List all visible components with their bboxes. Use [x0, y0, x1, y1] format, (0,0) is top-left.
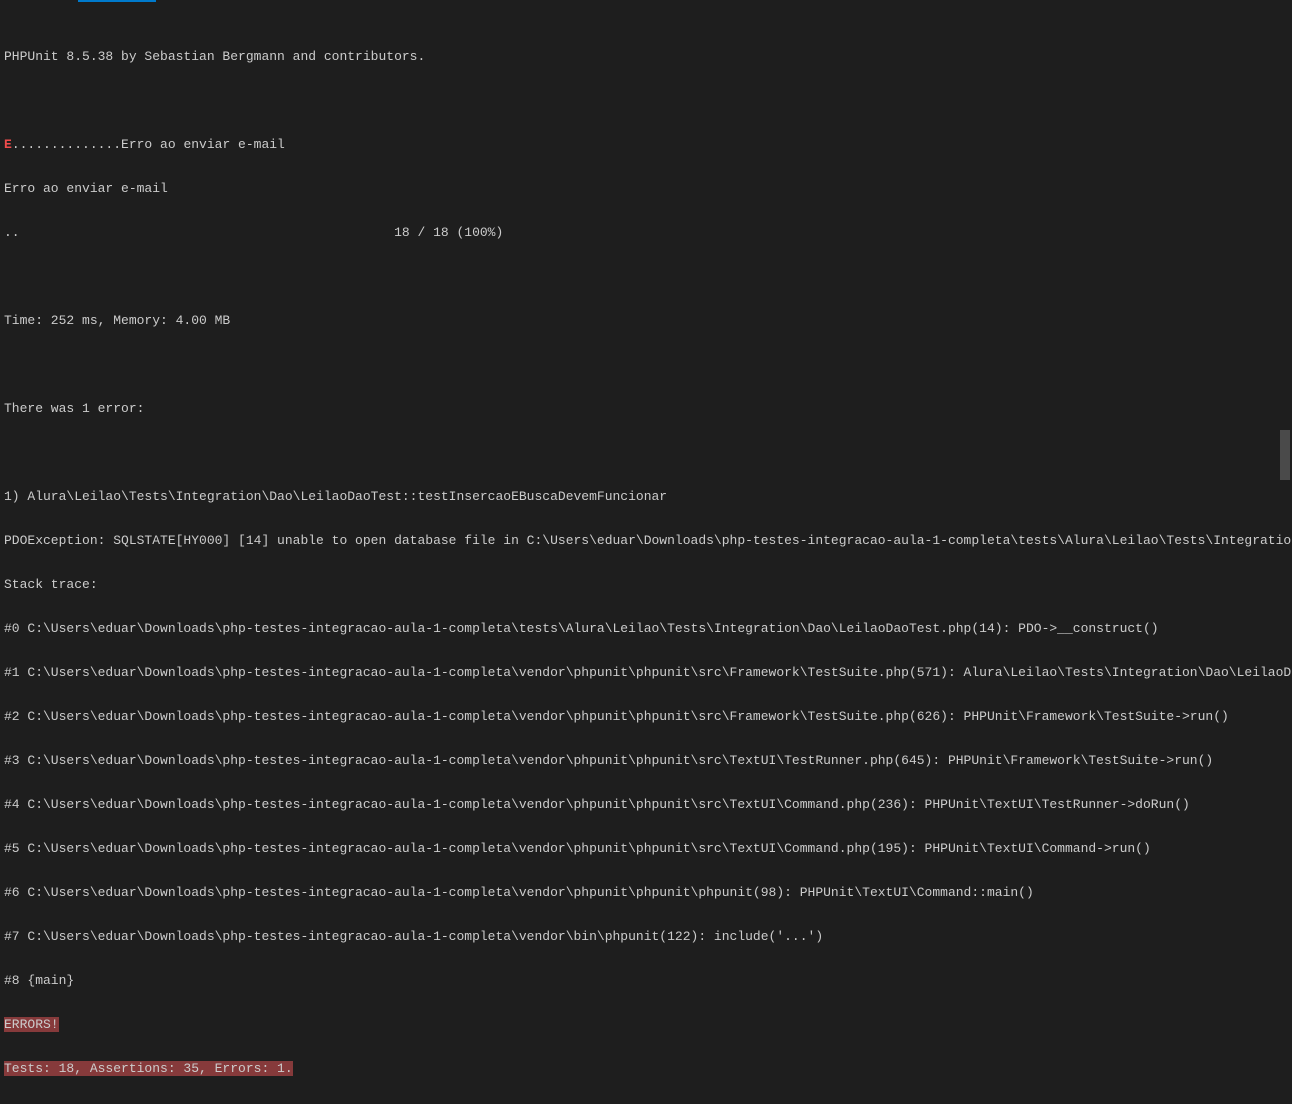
summary-banner-line: Tests: 18, Assertions: 35, Errors: 1.: [4, 1058, 1288, 1080]
tab-indicator: [78, 0, 156, 2]
blank-line: [4, 90, 1288, 112]
test-progress-line-1: E..............Erro ao enviar e-mail: [4, 134, 1288, 156]
error-message-line: Erro ao enviar e-mail: [4, 178, 1288, 200]
stack-trace-6: #6 C:\Users\eduar\Downloads\php-testes-i…: [4, 882, 1288, 904]
errors-banner-line: ERRORS!: [4, 1014, 1288, 1036]
blank-line: [4, 442, 1288, 464]
blank-line: [4, 266, 1288, 288]
stack-trace-3: #3 C:\Users\eduar\Downloads\php-testes-i…: [4, 750, 1288, 772]
exception-line: PDOException: SQLSTATE[HY000] [14] unabl…: [4, 530, 1288, 552]
error-indicator: E: [4, 137, 12, 152]
vertical-scrollbar[interactable]: [1280, 430, 1290, 480]
stack-trace-4: #4 C:\Users\eduar\Downloads\php-testes-i…: [4, 794, 1288, 816]
stack-trace-7: #7 C:\Users\eduar\Downloads\php-testes-i…: [4, 926, 1288, 948]
test-progress-line-2: .. 18 / 18 (100%): [4, 222, 1288, 244]
terminal-output[interactable]: PHPUnit 8.5.38 by Sebastian Bergmann and…: [0, 0, 1292, 1104]
errors-label: ERRORS!: [4, 1017, 59, 1032]
stack-trace-0: #0 C:\Users\eduar\Downloads\php-testes-i…: [4, 618, 1288, 640]
stack-trace-1: #1 C:\Users\eduar\Downloads\php-testes-i…: [4, 662, 1288, 684]
stack-trace-5: #5 C:\Users\eduar\Downloads\php-testes-i…: [4, 838, 1288, 860]
stack-trace-2: #2 C:\Users\eduar\Downloads\php-testes-i…: [4, 706, 1288, 728]
error-count-line: There was 1 error:: [4, 398, 1288, 420]
test-summary: Tests: 18, Assertions: 35, Errors: 1.: [4, 1061, 293, 1076]
dots-text: ..............Erro ao enviar e-mail: [12, 137, 285, 152]
stack-trace-8: #8 {main}: [4, 970, 1288, 992]
time-memory-line: Time: 252 ms, Memory: 4.00 MB: [4, 310, 1288, 332]
phpunit-header: PHPUnit 8.5.38 by Sebastian Bergmann and…: [4, 46, 1288, 68]
blank-line: [4, 354, 1288, 376]
test-name-line: 1) Alura\Leilao\Tests\Integration\Dao\Le…: [4, 486, 1288, 508]
